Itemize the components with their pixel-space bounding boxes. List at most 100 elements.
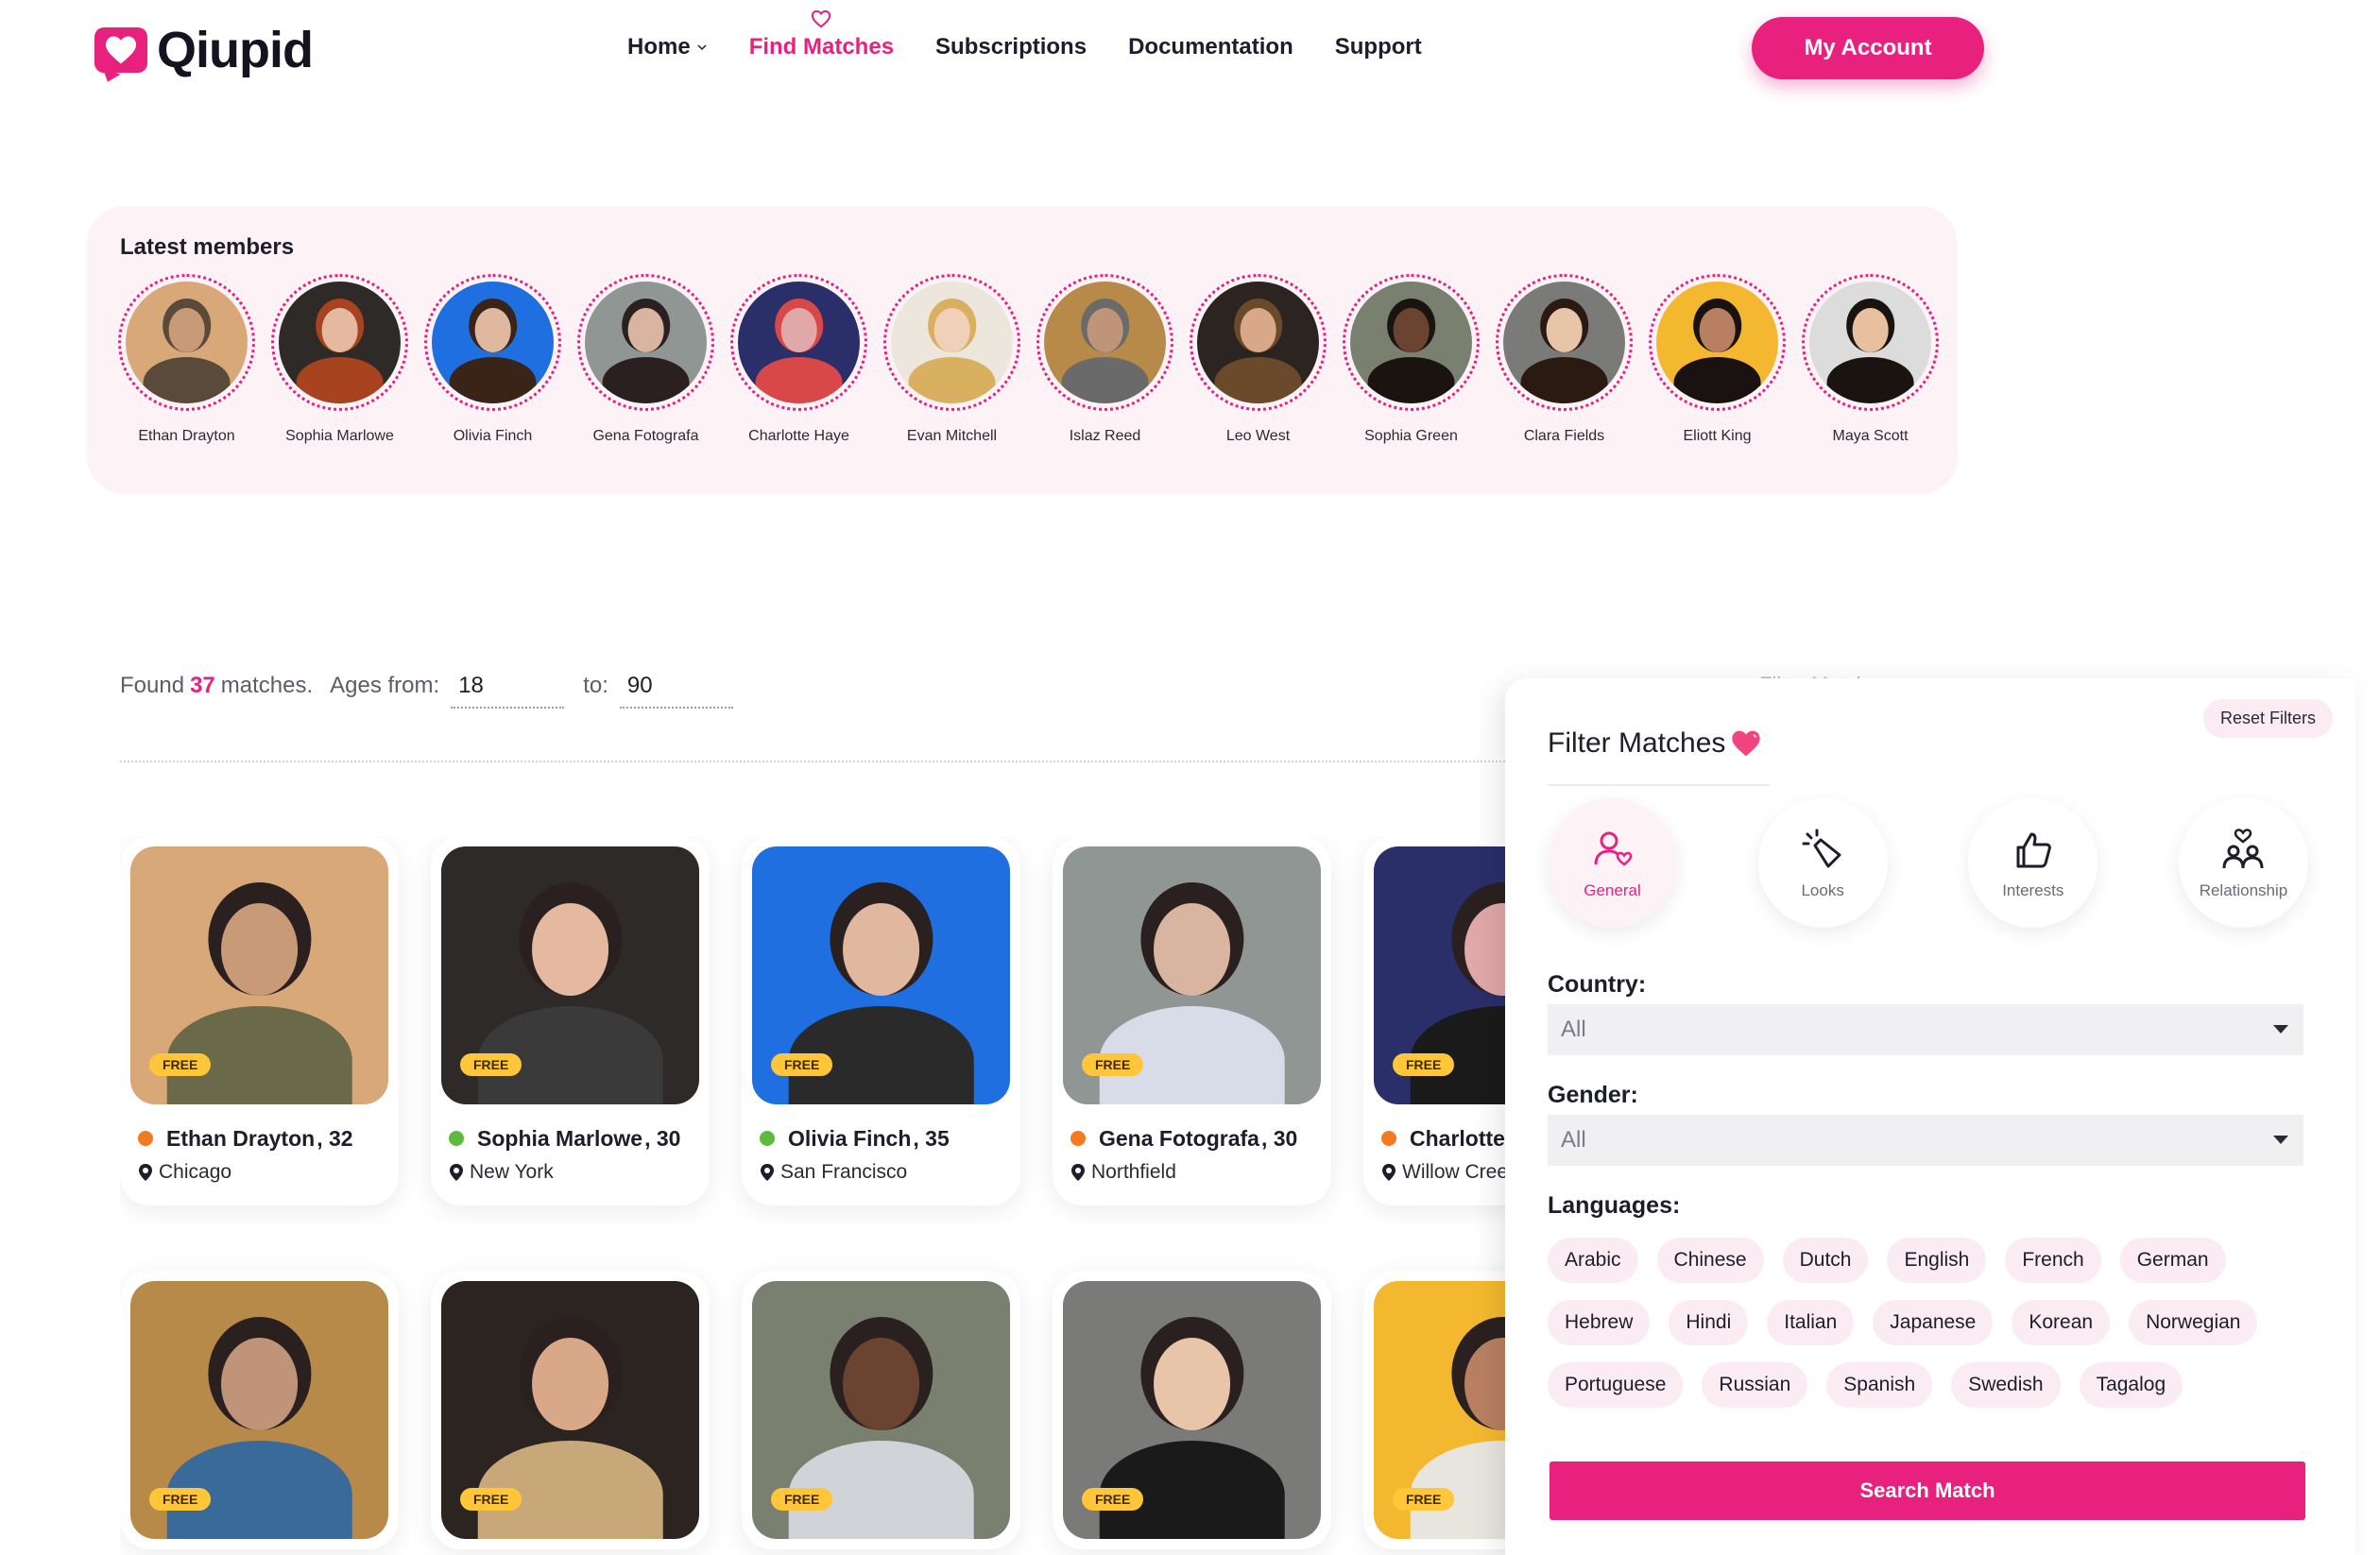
match-location: New York xyxy=(449,1161,692,1184)
tab-interests[interactable]: Interests xyxy=(1968,798,2098,928)
match-photo: FREE xyxy=(441,846,699,1104)
member-charlotte-haye[interactable]: Charlotte Haye xyxy=(730,274,867,445)
member-leo-west[interactable]: Leo West xyxy=(1190,274,1327,445)
match-name: Charlotte Haye xyxy=(1410,1126,1509,1151)
language-chip-hebrew[interactable]: Hebrew xyxy=(1548,1300,1651,1345)
language-chip-spanish[interactable]: Spanish xyxy=(1826,1362,1933,1408)
person-body xyxy=(908,356,996,403)
language-chip-norwegian[interactable]: Norwegian xyxy=(2129,1300,2258,1345)
plan-badge: FREE xyxy=(1082,1488,1144,1511)
plan-badge: FREE xyxy=(460,1488,522,1511)
member-olivia-finch[interactable]: Olivia Finch xyxy=(424,274,561,445)
tab-general[interactable]: General xyxy=(1548,798,1677,928)
member-clara-fields[interactable]: Clara Fields xyxy=(1496,274,1633,445)
avatar xyxy=(279,282,401,403)
reset-filters-button[interactable]: Reset Filters xyxy=(2203,699,2334,738)
location-pin-icon xyxy=(761,1164,774,1181)
heart-outline-icon xyxy=(812,9,831,28)
search-match-button[interactable]: Search Match xyxy=(1550,1461,2305,1520)
person-head xyxy=(474,308,511,352)
avatar xyxy=(1809,282,1931,403)
language-chip-dutch[interactable]: Dutch xyxy=(1782,1238,1869,1283)
match-card[interactable]: FREE xyxy=(120,1271,399,1549)
avatar xyxy=(1044,282,1166,403)
my-account-button[interactable]: My Account xyxy=(1752,17,1984,79)
nav-home-label: Home xyxy=(627,34,691,60)
online-status-dot xyxy=(1381,1131,1396,1146)
language-chip-tagalog[interactable]: Tagalog xyxy=(2079,1362,2183,1408)
language-chip-chinese[interactable]: Chinese xyxy=(1656,1238,1764,1283)
language-chip-japanese[interactable]: Japanese xyxy=(1873,1300,1994,1345)
member-maya-scott[interactable]: Maya Scott xyxy=(1802,274,1939,445)
language-chip-swedish[interactable]: Swedish xyxy=(1951,1362,2061,1408)
location-pin-icon xyxy=(139,1164,152,1181)
member-eliott-king[interactable]: Eliott King xyxy=(1649,274,1786,445)
member-sophia-marlowe[interactable]: Sophia Marlowe xyxy=(271,274,408,445)
tab-looks[interactable]: Looks xyxy=(1757,798,1888,928)
nav-support-label: Support xyxy=(1334,34,1422,60)
match-card[interactable]: FREE Sophia Marlowe, 30 New York xyxy=(431,836,710,1205)
nav-find-matches[interactable]: Find Matches xyxy=(749,9,894,60)
nav-support[interactable]: Support xyxy=(1335,34,1422,60)
age-from-input[interactable]: 18 xyxy=(451,673,565,709)
avatar xyxy=(1197,282,1319,403)
language-chip-arabic[interactable]: Arabic xyxy=(1548,1238,1638,1283)
match-card[interactable]: FREE Charlotte Haye Willow Creek xyxy=(1363,836,1509,1205)
member-name: Islaz Reed xyxy=(1069,428,1141,444)
match-photo: FREE xyxy=(752,1281,1010,1539)
language-chip-italian[interactable]: Italian xyxy=(1767,1300,1855,1345)
member-name: Charlotte Haye xyxy=(748,428,849,444)
nav-home[interactable]: Home xyxy=(627,34,708,60)
language-chip-portuguese[interactable]: Portuguese xyxy=(1548,1362,1684,1408)
age-to-input[interactable]: 90 xyxy=(619,673,733,709)
results-summary: Found 37 matches. Ages from: 18 to: 90 xyxy=(120,673,733,709)
member-sophia-green[interactable]: Sophia Green xyxy=(1343,274,1480,445)
nav-documentation[interactable]: Documentation xyxy=(1128,34,1293,60)
person-body xyxy=(1520,356,1608,403)
online-status-dot xyxy=(1070,1131,1086,1146)
match-card[interactable]: FREE Gena Fotografa, 30 Northfield xyxy=(1053,836,1331,1205)
heart-logo-icon xyxy=(94,27,147,86)
language-chip-korean[interactable]: Korean xyxy=(2012,1300,2111,1345)
match-location: Northfield xyxy=(1070,1161,1313,1184)
member-name: Sophia Green xyxy=(1364,428,1458,444)
filter-title-text: Filter Matches xyxy=(1548,727,1726,759)
match-info: Sophia Marlowe, 30 New York xyxy=(441,1104,699,1195)
match-card[interactable]: FREE Ethan Drayton, 32 Chicago xyxy=(120,836,399,1205)
match-card[interactable]: FREE xyxy=(431,1271,710,1549)
avatar xyxy=(1350,282,1472,403)
country-select[interactable]: All xyxy=(1548,1004,2303,1055)
member-islaz-reed[interactable]: Islaz Reed xyxy=(1036,274,1173,445)
avatar-ring xyxy=(1036,274,1173,411)
match-card[interactable]: FREE xyxy=(742,1271,1020,1549)
language-chip-french[interactable]: French xyxy=(2005,1238,2101,1283)
member-evan-mitchell[interactable]: Evan Mitchell xyxy=(883,274,1020,445)
couple-heart-icon xyxy=(2222,828,2264,868)
match-card[interactable]: FREE Olivia Finch, 35 San Francisco xyxy=(742,836,1020,1205)
tab-relationship[interactable]: Relationship xyxy=(2178,798,2308,928)
match-card[interactable]: FREE xyxy=(1363,1271,1509,1549)
brand-logo[interactable]: Qiupid xyxy=(94,21,314,86)
brand-name: Qiupid xyxy=(157,22,314,78)
match-age: , 32 xyxy=(317,1126,353,1151)
filter-tabs: General Looks Interests Relationship xyxy=(1548,798,2308,928)
language-chip-german[interactable]: German xyxy=(2119,1238,2226,1283)
match-info: Ethan Drayton, 32 Chicago xyxy=(130,1104,388,1195)
match-name: Sophia Marlowe xyxy=(477,1126,643,1151)
language-chip-hindi[interactable]: Hindi xyxy=(1669,1300,1749,1345)
match-card[interactable]: FREE xyxy=(1053,1271,1331,1549)
caret-down-icon xyxy=(2273,1136,2288,1144)
member-gena-fotografa[interactable]: Gena Fotografa xyxy=(577,274,714,445)
language-chip-russian[interactable]: Russian xyxy=(1702,1362,1808,1408)
member-ethan-drayton[interactable]: Ethan Drayton xyxy=(118,274,255,445)
match-city: Northfield xyxy=(1091,1161,1176,1183)
language-chip-english[interactable]: English xyxy=(1887,1238,1987,1283)
gender-select[interactable]: All xyxy=(1548,1115,2303,1166)
nav-subscriptions[interactable]: Subscriptions xyxy=(935,34,1087,60)
person-head xyxy=(1087,308,1123,352)
thumbs-up-icon xyxy=(2016,832,2051,867)
match-city: San Francisco xyxy=(780,1161,908,1183)
member-name: Gena Fotografa xyxy=(592,428,699,444)
person-body xyxy=(296,356,384,403)
location-pin-icon xyxy=(1071,1164,1085,1181)
